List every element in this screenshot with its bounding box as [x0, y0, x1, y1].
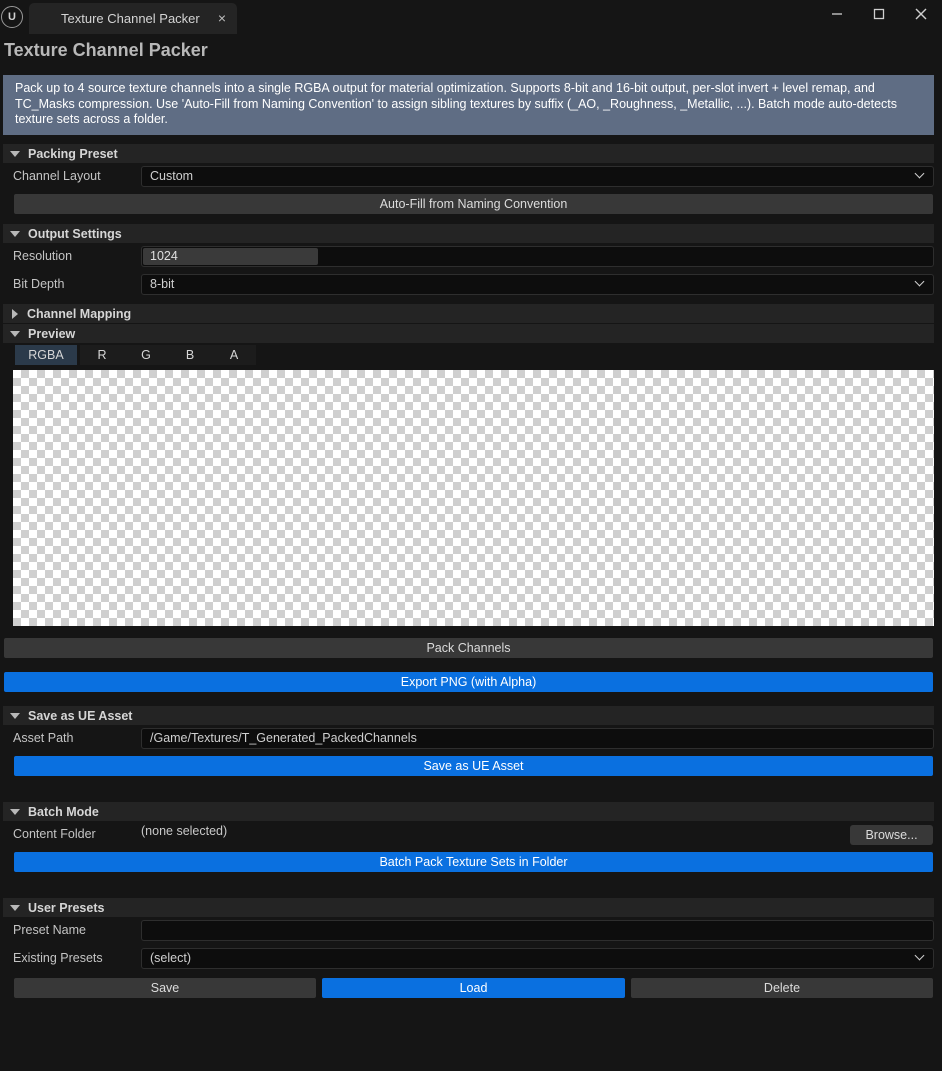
section-preview[interactable]: Preview — [3, 324, 934, 343]
channel-layout-dropdown[interactable]: Custom — [141, 166, 934, 187]
section-batch-mode[interactable]: Batch Mode — [3, 802, 934, 821]
tab-close-icon[interactable]: × — [215, 10, 229, 26]
expand-arrow-icon — [10, 330, 20, 337]
section-channel-mapping[interactable]: Channel Mapping — [3, 304, 934, 323]
section-title: Output Settings — [28, 226, 122, 241]
bit-depth-dropdown[interactable]: 8-bit — [141, 274, 934, 295]
section-output-settings[interactable]: Output Settings — [3, 224, 934, 243]
preview-tab-b[interactable]: B — [168, 345, 212, 365]
tab-label: Texture Channel Packer — [61, 11, 200, 26]
content-folder-label: Content Folder — [13, 827, 96, 841]
preview-tab-g[interactable]: G — [124, 345, 168, 365]
chevron-down-icon — [914, 276, 925, 287]
resolution-value: 1024 — [150, 249, 178, 263]
section-title: Packing Preset — [28, 146, 118, 161]
minimize-button[interactable] — [823, 4, 851, 24]
load-preset-button[interactable]: Load — [322, 978, 625, 998]
preview-tab-rgba[interactable]: RGBA — [15, 345, 77, 365]
section-title: User Presets — [28, 900, 105, 915]
section-title: Preview — [28, 326, 76, 341]
asset-path-label: Asset Path — [13, 731, 74, 745]
browse-button[interactable]: Browse... — [850, 825, 933, 845]
collapse-arrow-icon — [12, 308, 18, 319]
tab-texture-channel-packer[interactable]: Texture Channel Packer × — [29, 3, 237, 34]
existing-presets-dropdown[interactable]: (select) — [141, 948, 934, 969]
channel-layout-label: Channel Layout — [13, 169, 101, 183]
preview-tab-r[interactable]: R — [80, 345, 124, 365]
info-box: Pack up to 4 source texture channels int… — [3, 75, 934, 135]
preset-name-input[interactable] — [141, 920, 934, 941]
chevron-down-icon — [914, 950, 925, 961]
bit-depth-label: Bit Depth — [13, 277, 65, 291]
section-title: Batch Mode — [28, 804, 99, 819]
save-preset-button[interactable]: Save — [14, 978, 316, 998]
preset-name-label: Preset Name — [13, 923, 86, 937]
dropdown-value: Custom — [150, 169, 194, 183]
dropdown-value: 8-bit — [150, 277, 175, 291]
existing-presets-label: Existing Presets — [13, 951, 103, 965]
expand-arrow-icon — [10, 712, 20, 719]
panel-title: Texture Channel Packer — [4, 40, 208, 60]
maximize-button[interactable] — [865, 4, 893, 24]
section-save-asset[interactable]: Save as UE Asset — [3, 706, 934, 725]
batch-pack-button[interactable]: Batch Pack Texture Sets in Folder — [14, 852, 933, 872]
expand-arrow-icon — [10, 150, 20, 157]
section-title: Channel Mapping — [27, 306, 132, 321]
section-title: Save as UE Asset — [28, 708, 133, 723]
expand-arrow-icon — [10, 808, 20, 815]
pack-channels-button[interactable]: Pack Channels — [4, 638, 933, 658]
close-icon — [915, 8, 927, 20]
preview-image — [13, 370, 934, 626]
content-folder-value: (none selected) — [141, 824, 228, 838]
autofill-button[interactable]: Auto-Fill from Naming Convention — [14, 194, 933, 214]
maximize-icon — [873, 8, 885, 20]
close-window-button[interactable] — [907, 4, 935, 24]
export-png-button[interactable]: Export PNG (with Alpha) — [4, 672, 933, 692]
preview-tab-a[interactable]: A — [212, 345, 256, 365]
asset-path-input[interactable]: /Game/Textures/T_Generated_PackedChannel… — [141, 728, 934, 749]
resolution-label: Resolution — [13, 249, 73, 263]
section-packing-preset[interactable]: Packing Preset — [3, 144, 934, 163]
dropdown-value: (select) — [150, 951, 191, 965]
unreal-logo-icon: U — [1, 6, 23, 28]
expand-arrow-icon — [10, 904, 20, 911]
save-as-asset-button[interactable]: Save as UE Asset — [14, 756, 933, 776]
chevron-down-icon — [914, 168, 925, 179]
section-user-presets[interactable]: User Presets — [3, 898, 934, 917]
minimize-icon — [832, 13, 842, 15]
delete-preset-button[interactable]: Delete — [631, 978, 933, 998]
expand-arrow-icon — [10, 230, 20, 237]
